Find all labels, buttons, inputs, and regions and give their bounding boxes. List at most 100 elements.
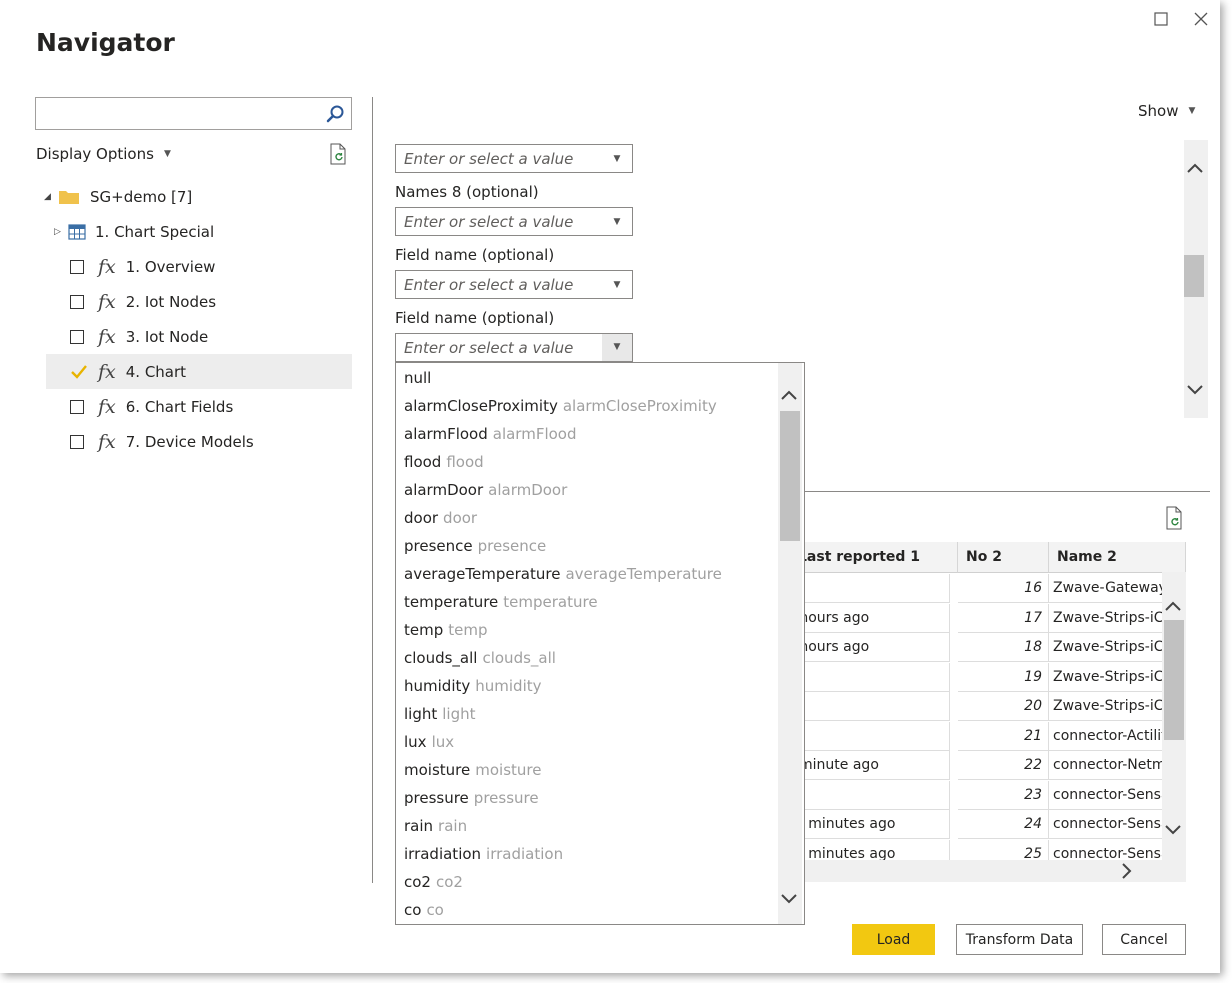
parameters-scrollbar[interactable] [1184,140,1208,418]
field-name-dropdown-list[interactable]: null alarmCloseProximity alarmCloseProximi… [395,362,805,925]
dropdown-option[interactable]: null [404,369,431,387]
search-icon[interactable] [325,104,345,124]
option-name: humidity [404,677,471,695]
dropdown-option[interactable]: presence presence [404,537,546,555]
option-alt-name: co2 [435,873,463,891]
table-cell: 18 [958,633,1049,662]
load-button[interactable]: Load [852,924,935,955]
chevron-down-icon[interactable] [781,889,797,908]
table-cell [790,721,950,751]
navigator-dialog: Navigator Display Options ▼ ◢ SG+demo [7… [0,0,1220,973]
preview-h-scrollbar[interactable] [790,860,1186,882]
dropdown-arrow-icon[interactable]: ▼ [602,280,632,290]
dropdown-option[interactable]: temp temp [404,621,488,639]
tree-item-device-models[interactable]: fx 7. Device Models [70,424,254,459]
chevron-down-icon[interactable] [1165,820,1181,839]
dropdown-option[interactable]: alarmDoor alarmDoor [404,481,567,499]
option-name: light [404,705,438,723]
checkbox[interactable] [70,434,84,449]
checkbox[interactable] [70,399,84,414]
chevron-right-icon[interactable] [1122,863,1132,883]
chevron-up-icon[interactable] [1165,596,1181,615]
refresh-icon[interactable] [328,143,348,165]
checkmark-icon[interactable] [70,363,88,381]
dropdown-option[interactable]: door door [404,509,477,527]
column-header[interactable]: No 2 [958,542,1049,573]
transform-data-button[interactable]: Transform Data [956,924,1083,955]
scrollbar-thumb[interactable] [780,411,800,541]
dropdown-option[interactable]: flood flood [404,453,484,471]
parameter-3-combobox[interactable]: Enter or select a value ▼ [395,270,633,299]
parameter-4-combobox[interactable]: Enter or select a value ▼ [395,333,633,362]
table-cell: 5 hours ago [790,603,950,633]
checkbox[interactable] [70,294,84,309]
option-name: clouds_all [404,649,478,667]
chevron-down-icon[interactable] [1187,380,1203,399]
tree-item-iot-nodes[interactable]: fx 2. Iot Nodes [70,284,216,319]
dropdown-option[interactable]: co2 co2 [404,873,463,891]
chevron-up-icon[interactable] [781,385,797,404]
preview-scrollbar[interactable] [1162,572,1186,860]
parameter-2-combobox[interactable]: Enter or select a value ▼ [395,207,633,236]
option-name: door [404,509,439,527]
dropdown-option[interactable]: irradiation irradiation [404,845,563,863]
column-header[interactable]: Name 2 [1049,542,1186,573]
dropdown-option[interactable]: humidity humidity [404,677,542,695]
tree-item-label: 7. Device Models [125,432,254,451]
function-icon: fx [98,360,116,383]
collapse-icon[interactable]: ◢ [44,192,58,202]
table-cell: 19 [958,662,1049,692]
dropdown-scrollbar[interactable] [778,363,802,924]
tree-root-sgdemo[interactable]: ◢ SG+demo [7] [44,179,192,214]
search-field[interactable] [35,97,352,130]
dropdown-option[interactable]: clouds_all clouds_all [404,649,556,667]
maximize-icon[interactable] [1150,8,1172,30]
dropdown-arrow-icon[interactable]: ▼ [602,217,632,227]
combobox-placeholder: Enter or select a value [404,275,574,294]
tree-item-chart-fields[interactable]: fx 6. Chart Fields [70,389,233,424]
scrollbar-thumb[interactable] [1184,255,1204,297]
tree-item-label: 2. Iot Nodes [125,292,217,311]
dropdown-option[interactable]: averageTemperature averageTemperature [404,565,722,583]
show-menu[interactable]: Show ▼ [1138,102,1195,120]
option-alt-name: moisture [475,761,542,779]
option-name: irradiation [404,845,482,863]
tree-item-chart[interactable]: fx 4. Chart [46,354,352,389]
dropdown-option[interactable]: moisture moisture [404,761,541,779]
table-icon [68,223,86,240]
close-icon[interactable] [1190,8,1212,30]
tree-item-iot-node[interactable]: fx 3. Iot Node [70,319,208,354]
option-name: alarmFlood [404,425,488,443]
refresh-icon[interactable] [1164,506,1184,530]
checkbox[interactable] [70,329,84,344]
search-input[interactable] [36,98,316,129]
tree-item-overview[interactable]: fx 1. Overview [70,249,215,284]
tree-item-chart-special[interactable]: ▷ 1. Chart Special [54,214,214,249]
preview-divider [790,491,1210,492]
option-alt-name: temp [448,621,488,639]
option-alt-name: lux [431,733,455,751]
dropdown-option[interactable]: alarmCloseProximity alarmCloseProximity [404,397,717,415]
option-alt-name: co [426,901,444,919]
combobox-placeholder: Enter or select a value [404,212,574,231]
dropdown-option[interactable]: alarmFlood alarmFlood [404,425,577,443]
dropdown-option[interactable]: light light [404,705,476,723]
scrollbar-thumb[interactable] [1164,620,1184,740]
dropdown-arrow-icon[interactable]: ▼ [602,334,632,361]
dropdown-arrow-icon[interactable]: ▼ [602,154,632,164]
display-options-menu[interactable]: Display Options ▼ [36,145,171,163]
checkbox[interactable] [70,259,84,274]
option-name: flood [404,453,442,471]
function-icon: fx [98,325,116,348]
dropdown-option[interactable]: co co [404,901,444,919]
chevron-up-icon[interactable] [1187,158,1203,177]
dropdown-option[interactable]: lux lux [404,733,454,751]
parameter-1-combobox[interactable]: Enter or select a value ▼ [395,144,633,173]
dropdown-option[interactable]: pressure pressure [404,789,539,807]
dropdown-option[interactable]: rain rain [404,817,467,835]
cancel-button[interactable]: Cancel [1102,924,1186,955]
preview-table[interactable]: Last reported 1 No 2 Name 2 16 Zwave-Gate… [790,542,1186,882]
dropdown-option[interactable]: temperature temperature [404,593,598,611]
expand-icon[interactable]: ▷ [54,227,68,237]
column-header[interactable]: Last reported 1 [790,542,958,573]
